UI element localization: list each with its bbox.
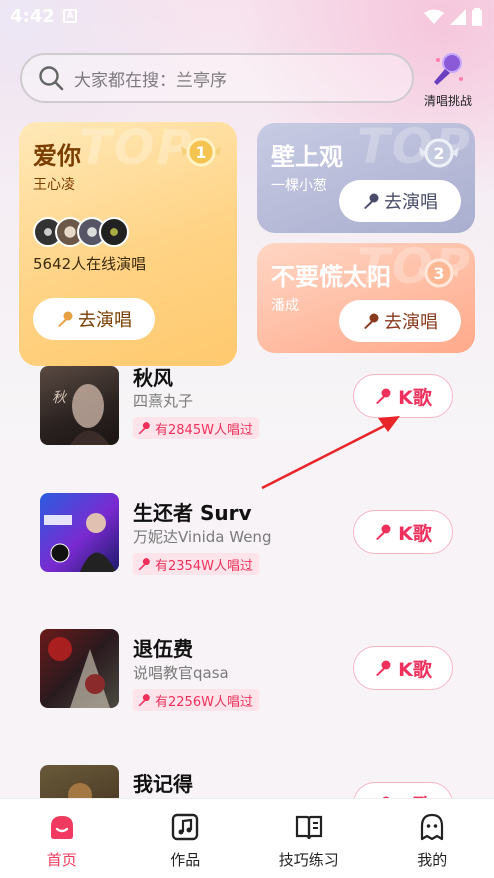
gold-medal-icon: 1 bbox=[181, 137, 221, 167]
card-title: 不要慌太阳 bbox=[271, 263, 391, 291]
rank-number: 2 bbox=[433, 144, 444, 163]
song-title: 退伍费 bbox=[133, 637, 193, 661]
mic-icon bbox=[376, 524, 391, 540]
watermark-text: TOP bbox=[79, 122, 194, 176]
card-artist: 一棵小葱 bbox=[271, 178, 327, 194]
bronze-medal-icon: 3 bbox=[419, 258, 459, 288]
song-list-item[interactable]: 秋 秋风 四熹丸子 有2845W人唱过 K歌 bbox=[0, 358, 494, 458]
nav-item-works[interactable]: 作品 bbox=[124, 799, 248, 878]
song-list-item[interactable]: 退伍费 说唱教官qasa 有2256W人唱过 K歌 bbox=[0, 629, 494, 729]
mic-icon bbox=[376, 388, 391, 404]
sing-button[interactable]: 去演唱 bbox=[339, 180, 461, 222]
nav-label: 作品 bbox=[170, 851, 201, 869]
status-icons bbox=[424, 8, 482, 26]
nav-label: 首页 bbox=[46, 851, 77, 869]
sung-count: 有2845W人唱过 bbox=[155, 422, 253, 438]
card-artist: 王心凌 bbox=[33, 177, 75, 193]
nav-label: 技巧练习 bbox=[278, 851, 339, 869]
online-count: 5642人在线演唱 bbox=[33, 255, 147, 273]
sing-button[interactable]: 去演唱 bbox=[339, 300, 461, 342]
nav-item-practice[interactable]: 技巧练习 bbox=[247, 799, 371, 878]
rank-number: 3 bbox=[433, 264, 444, 283]
challenge-label: 清唱挑战 bbox=[423, 94, 472, 108]
mic-icon bbox=[58, 311, 73, 327]
battery-icon bbox=[472, 8, 482, 26]
song-artist: 万妮达Vinida Weng bbox=[133, 528, 272, 546]
sung-count-badge: 有2256W人唱过 bbox=[133, 689, 259, 711]
mic-icon bbox=[138, 558, 150, 571]
top-card-1[interactable]: TOP 爱你 王心凌 1 5642人在线演唱 去演唱 bbox=[19, 122, 237, 366]
song-artist: 四熹丸子 bbox=[133, 392, 194, 410]
signal-icon bbox=[450, 9, 466, 25]
album-art-image bbox=[48, 637, 110, 708]
top-card-3[interactable]: TOP 不要慌太阳 潘成 3 去演唱 bbox=[257, 243, 475, 353]
song-title: 生还者 Surv bbox=[133, 501, 252, 525]
singer-avatars bbox=[33, 217, 129, 247]
microphone-icon bbox=[434, 53, 463, 85]
nav-item-profile[interactable]: 我的 bbox=[371, 799, 494, 878]
mic-icon bbox=[138, 422, 150, 435]
silver-medal-icon: 2 bbox=[419, 138, 459, 168]
card-title: 壁上观 bbox=[271, 143, 343, 171]
album-cover: 秋 bbox=[40, 366, 119, 445]
album-art-image bbox=[44, 513, 116, 572]
search-bar[interactable]: 大家都在搜：兰亭序 bbox=[20, 53, 414, 103]
album-cover bbox=[40, 629, 119, 708]
svg-text:秋: 秋 bbox=[52, 390, 68, 406]
sing-button[interactable]: 去演唱 bbox=[33, 298, 155, 340]
top-card-2[interactable]: TOP 壁上观 一棵小葱 2 去演唱 bbox=[257, 123, 475, 233]
notification-icon: A bbox=[63, 9, 77, 23]
mic-icon bbox=[364, 193, 379, 209]
sung-count-badge: 有2354W人唱过 bbox=[133, 553, 259, 575]
karaoke-button[interactable]: K歌 bbox=[353, 510, 453, 554]
karaoke-button[interactable]: K歌 bbox=[353, 646, 453, 690]
mic-icon bbox=[376, 660, 391, 676]
song-title: 我记得 bbox=[133, 772, 193, 796]
status-time: 4:42 bbox=[10, 6, 55, 27]
home-icon bbox=[46, 811, 78, 843]
song-artist: 说唱教官qasa bbox=[133, 664, 229, 682]
karaoke-button-label: K歌 bbox=[398, 658, 432, 681]
song-list-item[interactable]: 生还者 Surv 万妮达Vinida Weng 有2354W人唱过 K歌 bbox=[0, 493, 494, 593]
search-icon bbox=[39, 66, 64, 91]
rank-number: 1 bbox=[195, 143, 206, 162]
sing-button-label: 去演唱 bbox=[78, 310, 132, 331]
avatar bbox=[99, 217, 129, 247]
sing-button-label: 去演唱 bbox=[384, 192, 438, 213]
nav-item-home[interactable]: 首页 bbox=[0, 799, 124, 878]
sung-count: 有2256W人唱过 bbox=[155, 694, 253, 710]
sung-count: 有2354W人唱过 bbox=[155, 558, 253, 574]
mic-icon bbox=[138, 694, 150, 707]
portrait-image: 秋 bbox=[52, 384, 110, 445]
bottom-navigation: 首页 作品 技巧练习 我的 bbox=[0, 798, 494, 878]
sung-count-badge: 有2845W人唱过 bbox=[133, 417, 259, 439]
song-title: 秋风 bbox=[133, 366, 173, 390]
wifi-icon bbox=[424, 9, 444, 24]
card-title: 爱你 bbox=[33, 142, 81, 170]
karaoke-button-label: K歌 bbox=[398, 386, 432, 409]
a-cappella-challenge-button[interactable]: 清唱挑战 bbox=[418, 52, 478, 109]
mic-icon bbox=[364, 313, 379, 329]
status-bar: 4:42 A bbox=[0, 0, 494, 34]
karaoke-button[interactable]: K歌 bbox=[353, 374, 453, 418]
album-cover bbox=[40, 493, 119, 572]
ghost-icon bbox=[416, 811, 448, 843]
nav-label: 我的 bbox=[417, 851, 448, 869]
search-placeholder: 大家都在搜：兰亭序 bbox=[74, 70, 227, 91]
karaoke-button-label: K歌 bbox=[398, 522, 432, 545]
music-note-icon bbox=[169, 811, 201, 843]
card-artist: 潘成 bbox=[271, 298, 299, 314]
book-icon bbox=[293, 811, 325, 843]
sing-button-label: 去演唱 bbox=[384, 312, 438, 333]
